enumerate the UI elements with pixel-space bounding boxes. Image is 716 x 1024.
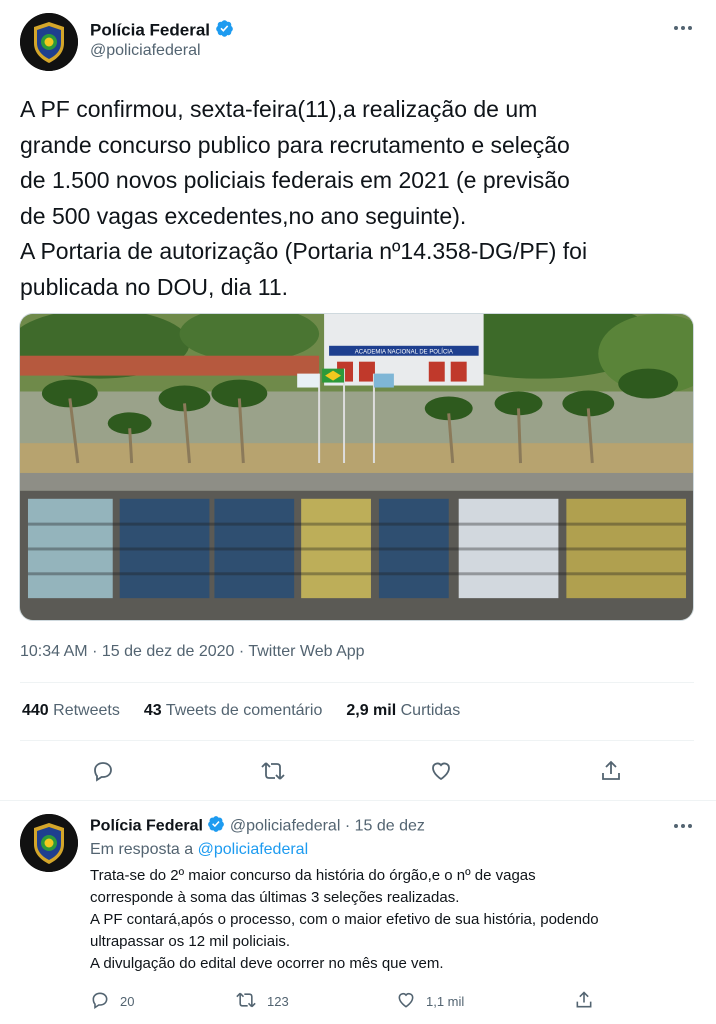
retweets-stat[interactable]: 440 Retweets (22, 702, 120, 720)
tweet-photo[interactable]: ACADEMIA NACIONAL DE POLÍCIA (19, 313, 694, 621)
reply-like-button[interactable]: 1,1 mil (396, 990, 464, 1013)
retweets-label: Retweets (53, 702, 120, 719)
retweets-count: 440 (22, 702, 49, 719)
meta-dot: · (344, 817, 355, 835)
likes-stat[interactable]: 2,9 mil Curtidas (346, 702, 460, 720)
reply-replies-count: 20 (120, 994, 135, 1009)
likes-label: Curtidas (400, 702, 461, 719)
more-icon[interactable] (672, 818, 694, 834)
tweet-stats: 440 Retweets 43 Tweets de comentário 2,9… (22, 702, 460, 720)
tweet-date[interactable]: 15 de dez de 2020 (102, 643, 235, 660)
reply-retweet-button[interactable]: 123 (235, 990, 289, 1013)
in-reply-to-prefix: Em resposta a (90, 841, 194, 858)
author-avatar[interactable] (20, 13, 78, 71)
retweet-icon[interactable] (258, 756, 288, 786)
verified-badge-icon (207, 815, 225, 838)
quotes-stat[interactable]: 43 Tweets de comentário (144, 702, 322, 720)
reply-author-name[interactable]: Polícia Federal (90, 818, 203, 835)
reply-share-button[interactable] (574, 990, 594, 1013)
tweet-meta: 10:34 AM · 15 de dez de 2020 · Twitter W… (20, 643, 365, 661)
reply-icon[interactable] (88, 756, 118, 786)
like-icon[interactable] (426, 756, 456, 786)
building-sign: ACADEMIA NACIONAL DE POLÍCIA (355, 349, 453, 356)
more-icon[interactable] (672, 20, 694, 36)
reply-reply-button[interactable]: 20 (90, 990, 134, 1013)
reply-actions: 20 123 1,1 mil (0, 990, 716, 1016)
author-handle[interactable]: @policiafederal (90, 42, 201, 60)
author-name[interactable]: Polícia Federal (90, 19, 234, 43)
tweet-actions (0, 752, 716, 790)
divider (20, 740, 694, 741)
reply-icon (90, 990, 110, 1013)
reply-date[interactable]: 15 de dez (355, 818, 425, 835)
tweet-time[interactable]: 10:34 AM (20, 643, 88, 660)
author-name-text[interactable]: Polícia Federal (90, 20, 210, 39)
reply-retweets-count: 123 (267, 994, 289, 1009)
share-icon[interactable] (596, 756, 626, 786)
meta-dot: · (238, 643, 249, 660)
share-icon (574, 990, 594, 1013)
in-reply-to: Em resposta a @policiafederal (90, 841, 308, 859)
reply-author-handle[interactable]: @policiafederal (230, 818, 341, 835)
retweet-icon (235, 990, 257, 1013)
meta-dot: · (92, 643, 102, 660)
in-reply-to-handle[interactable]: @policiafederal (198, 841, 309, 858)
divider (20, 682, 694, 683)
likes-count: 2,9 mil (346, 702, 397, 719)
tweet-text: A PF confirmou, sexta-feira(11),a realiz… (20, 96, 588, 300)
verified-badge-icon (215, 19, 234, 43)
reply-header: Polícia Federal @policiafederal · 15 de … (90, 815, 425, 838)
reply-author-avatar[interactable] (20, 814, 78, 872)
like-icon (396, 990, 416, 1013)
reply-text: Trata-se do 2º maior concurso da históri… (90, 867, 599, 972)
tweet-source[interactable]: Twitter Web App (248, 643, 364, 660)
reply-likes-count: 1,1 mil (426, 994, 465, 1009)
quotes-count: 43 (143, 702, 162, 719)
thread-separator (0, 800, 716, 801)
quotes-label: Tweets de comentário (165, 702, 323, 719)
